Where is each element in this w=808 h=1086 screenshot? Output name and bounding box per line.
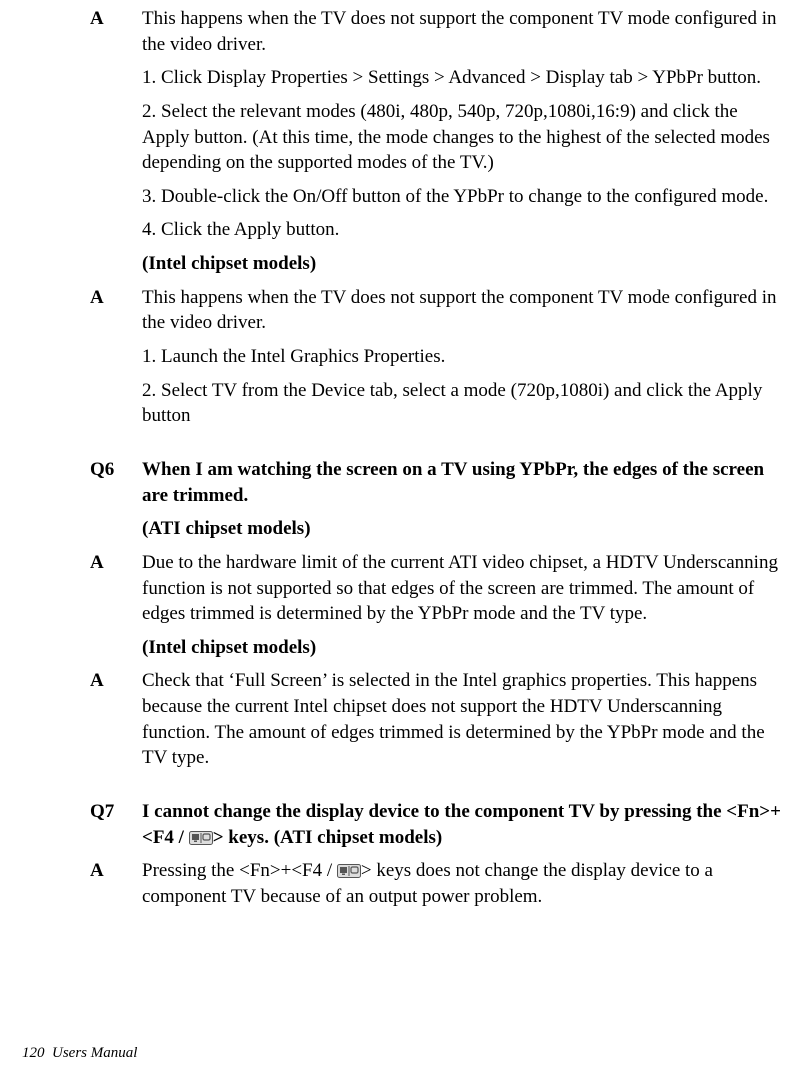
answer-text: Due to the hardware limit of the current… — [142, 550, 786, 627]
manual-title: Users Manual — [52, 1045, 137, 1061]
manual-page: A This happens when the TV does not supp… — [0, 0, 808, 1086]
answer-text: This happens when the TV does not suppor… — [142, 285, 786, 336]
note-row: (Intel chipset models) — [90, 635, 786, 661]
step-text: 3. Double-click the On/Off button of the… — [142, 184, 786, 210]
step-row: 4. Click the Apply button. — [90, 217, 786, 243]
step-row: 2. Select the relevant modes (480i, 480p… — [90, 99, 786, 176]
chipset-note: (Intel chipset models) — [142, 251, 786, 277]
step-row: 1. Click Display Properties > Settings >… — [90, 65, 786, 91]
display-switch-icon — [337, 864, 361, 878]
q7-text-after: > keys. (ATI chipset models) — [213, 827, 443, 848]
question-text: I cannot change the display device to th… — [142, 799, 786, 850]
answer-block: A Check that ‘Full Screen’ is selected i… — [90, 668, 786, 771]
q7-a-before: Pressing the <Fn>+<F4 / — [142, 860, 337, 881]
answer-label: A — [90, 285, 142, 311]
answer-label: A — [90, 550, 142, 576]
question-label: Q7 — [90, 799, 142, 825]
answer-text: Pressing the <Fn>+<F4 / > keys does not … — [142, 858, 786, 909]
note-row: (ATI chipset models) — [90, 516, 786, 542]
section-spacer — [90, 779, 786, 799]
question-text: When I am watching the screen on a TV us… — [142, 457, 786, 508]
answer-text: Check that ‘Full Screen’ is selected in … — [142, 668, 786, 771]
chipset-note: (ATI chipset models) — [142, 516, 786, 542]
answer-block: A This happens when the TV does not supp… — [90, 6, 786, 57]
display-switch-icon — [189, 831, 213, 845]
step-row: 3. Double-click the On/Off button of the… — [90, 184, 786, 210]
step-text: 1. Click Display Properties > Settings >… — [142, 65, 786, 91]
answer-label: A — [90, 6, 142, 32]
answer-text: This happens when the TV does not suppor… — [142, 6, 786, 57]
step-row: 2. Select TV from the Device tab, select… — [90, 378, 786, 429]
page-number: 120 — [22, 1045, 45, 1061]
question-block: Q6 When I am watching the screen on a TV… — [90, 457, 786, 508]
answer-block: A Due to the hardware limit of the curre… — [90, 550, 786, 627]
answer-block: A This happens when the TV does not supp… — [90, 285, 786, 336]
note-row: (Intel chipset models) — [90, 251, 786, 277]
step-text: 4. Click the Apply button. — [142, 217, 786, 243]
page-footer: 120 Users Manual — [22, 1045, 137, 1062]
chipset-note: (Intel chipset models) — [142, 635, 786, 661]
section-spacer — [90, 437, 786, 457]
answer-label: A — [90, 858, 142, 884]
step-text: 2. Select TV from the Device tab, select… — [142, 378, 786, 429]
answer-label: A — [90, 668, 142, 694]
step-text: 2. Select the relevant modes (480i, 480p… — [142, 99, 786, 176]
question-label: Q6 — [90, 457, 142, 483]
question-block: Q7 I cannot change the display device to… — [90, 799, 786, 850]
answer-block: A Pressing the <Fn>+<F4 / > keys does no… — [90, 858, 786, 909]
step-row: 1. Launch the Intel Graphics Properties. — [90, 344, 786, 370]
step-text: 1. Launch the Intel Graphics Properties. — [142, 344, 786, 370]
